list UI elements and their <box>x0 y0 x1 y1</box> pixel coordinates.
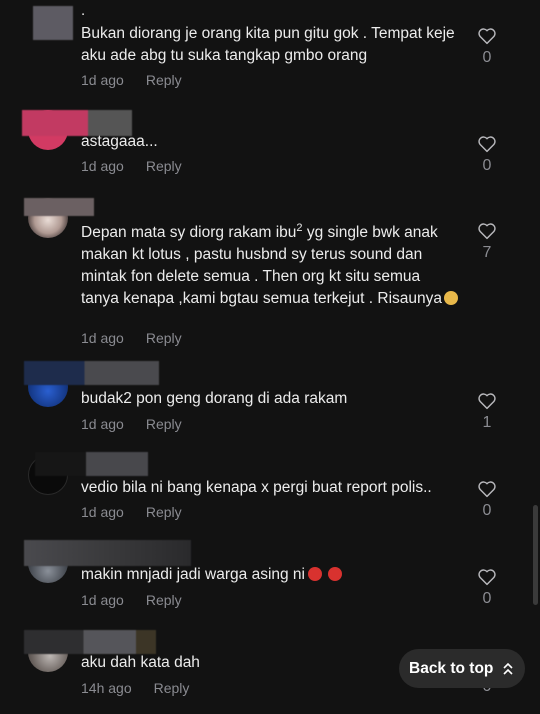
like-button[interactable]: 0 <box>476 135 498 175</box>
like-count: 0 <box>482 157 492 174</box>
heart-icon <box>478 136 496 153</box>
angry-face-icon <box>328 567 343 581</box>
heart-icon <box>478 393 496 410</box>
like-button[interactable]: 7 <box>476 222 498 262</box>
comment-meta: 14h ago Reply <box>81 680 189 696</box>
comment-text: budak2 pon geng dorang di ada rakam <box>81 390 348 407</box>
like-count: 0 <box>482 49 492 66</box>
reply-button[interactable]: Reply <box>146 504 182 520</box>
back-to-top-button[interactable]: Back to top <box>399 649 525 688</box>
commenter-name[interactable] <box>24 361 159 385</box>
comment-time: 1d ago <box>81 416 124 432</box>
heart-icon <box>478 223 496 240</box>
comment-time: 1d ago <box>81 504 124 520</box>
reply-button[interactable]: Reply <box>146 592 182 608</box>
like-count: 7 <box>482 244 492 261</box>
like-count: 0 <box>482 590 492 607</box>
commenter-name[interactable] <box>33 6 73 40</box>
reply-button[interactable]: Reply <box>146 72 182 88</box>
like-button[interactable]: 0 <box>476 568 498 608</box>
comment-meta: 1d ago Reply <box>81 504 182 520</box>
comment-meta: 1d ago Reply <box>81 416 182 432</box>
comment-meta: 1d ago Reply <box>81 158 182 174</box>
comment-prefix: . <box>81 2 86 19</box>
crying-face-icon <box>444 291 459 306</box>
like-count: 1 <box>482 414 492 431</box>
comment-time: 1d ago <box>81 72 124 88</box>
comment-time: 14h ago <box>81 680 132 696</box>
comment-time: 1d ago <box>81 592 124 608</box>
reply-button[interactable]: Reply <box>146 330 182 346</box>
comment-text-part: makin mnjadi jadi warga asing ni <box>81 566 306 583</box>
angry-face-icon <box>308 567 323 581</box>
like-count: 0 <box>482 502 492 519</box>
heart-icon <box>478 569 496 586</box>
reply-button[interactable]: Reply <box>146 158 182 174</box>
commenter-name[interactable] <box>35 452 148 476</box>
heart-icon <box>478 28 496 45</box>
comment-text: Depan mata sy diorg rakam ibu2 yg single… <box>81 217 461 310</box>
comment-meta: 1d ago Reply <box>81 72 182 88</box>
commenter-name[interactable] <box>24 630 156 654</box>
comment-time: 1d ago <box>81 158 124 174</box>
comment-text: vedio bila ni bang kenapa x pergi buat r… <box>81 479 432 496</box>
back-to-top-label: Back to top <box>409 660 494 677</box>
comment-meta: 1d ago Reply <box>81 592 182 608</box>
comment-text: Bukan diorang je orang kita pun gitu gok… <box>81 25 455 64</box>
comment-text-part: Depan mata sy diorg rakam ibu <box>81 224 297 242</box>
reply-button[interactable]: Reply <box>146 416 182 432</box>
commenter-name[interactable] <box>24 198 94 216</box>
like-button[interactable]: 0 <box>476 27 498 67</box>
double-chevron-up-icon <box>503 649 513 688</box>
comment-time: 1d ago <box>81 330 124 346</box>
like-button[interactable]: 1 <box>476 392 498 432</box>
comment-meta: 1d ago Reply <box>81 330 182 346</box>
commenter-name[interactable] <box>24 540 191 566</box>
comment-text: makin mnjadi jadi warga asing ni <box>81 564 461 586</box>
like-button[interactable]: 0 <box>476 480 498 520</box>
heart-icon <box>478 481 496 498</box>
scrollbar[interactable] <box>533 505 538 605</box>
comment-text: astagaaa... <box>81 133 158 150</box>
reply-button[interactable]: Reply <box>154 680 190 696</box>
